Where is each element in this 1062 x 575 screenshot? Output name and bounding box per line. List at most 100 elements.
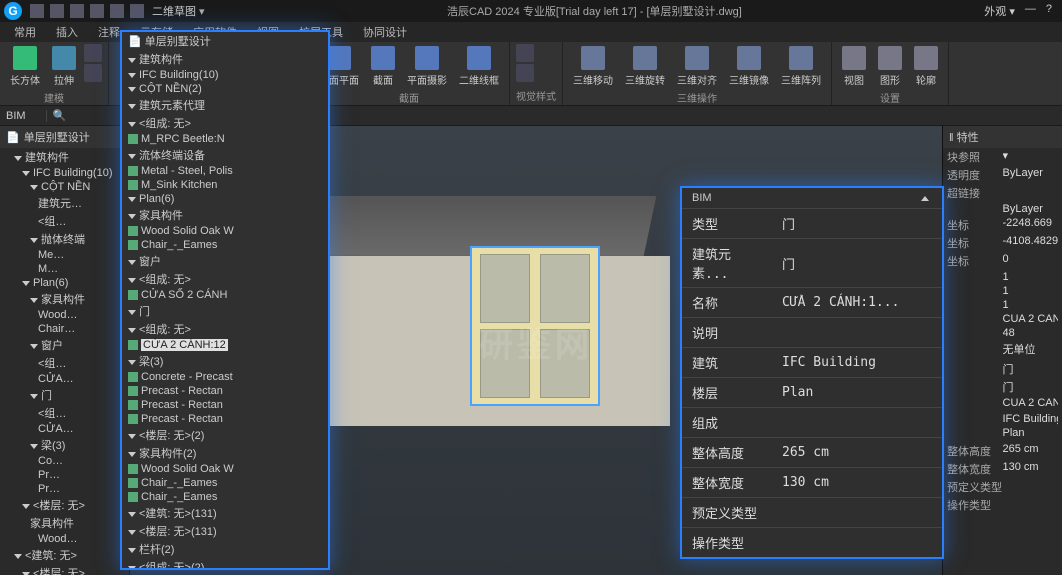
tree-node[interactable]: CỬA… xyxy=(0,372,129,386)
tree-node[interactable]: Pr… xyxy=(0,482,129,496)
drawing-button[interactable]: 图形 xyxy=(874,44,906,89)
tree-node[interactable]: 栏杆(2) xyxy=(122,540,328,558)
property-row[interactable]: CUA 2 CANH_1 xyxy=(943,312,1062,326)
tree-node[interactable]: <组… xyxy=(0,212,129,230)
tree-node[interactable]: Wood Solid Oak W xyxy=(122,462,328,476)
vs-1[interactable] xyxy=(516,44,534,62)
tree-node[interactable]: 家具构件 xyxy=(122,206,328,224)
property-row[interactable]: CUA 2 CANH_1 xyxy=(943,396,1062,410)
tree-node[interactable]: Chair_-_Eames xyxy=(122,238,328,252)
tree-node[interactable]: 窗户 xyxy=(0,336,129,354)
tree-node[interactable]: 建筑构件 xyxy=(122,50,328,68)
bim-property-row[interactable]: 组成 xyxy=(682,408,942,438)
tree-node[interactable]: Metal - Steel, Polis xyxy=(122,164,328,178)
tree-node[interactable]: Pr… xyxy=(0,468,129,482)
property-row[interactable]: 透明度ByLayer xyxy=(943,166,1062,184)
search-icon[interactable]: 🔍 xyxy=(53,109,67,122)
tree-node[interactable]: 门 xyxy=(0,386,129,404)
tree-node[interactable]: 建筑构件 xyxy=(0,148,129,166)
tree-node[interactable]: IFC Building(10) xyxy=(0,166,129,180)
tree-node[interactable]: IFC Building(10) xyxy=(122,68,328,82)
qat-open-icon[interactable] xyxy=(50,4,64,18)
property-row[interactable]: 1 xyxy=(943,270,1062,284)
property-row[interactable]: 整体宽度130 cm xyxy=(943,460,1062,478)
property-row[interactable]: 48 xyxy=(943,326,1062,340)
3dmirror-button[interactable]: 三维镜像 xyxy=(725,44,773,89)
wireframe-button[interactable]: 二维线框 xyxy=(455,44,503,89)
profile-button[interactable]: 轮廓 xyxy=(910,44,942,89)
qat-redo-icon[interactable] xyxy=(110,4,124,18)
tree-node[interactable]: Wood… xyxy=(0,308,129,322)
property-row[interactable]: Plan xyxy=(943,426,1062,440)
solid-small-2[interactable] xyxy=(84,64,102,82)
property-row[interactable]: 坐标-4108.4829 xyxy=(943,234,1062,252)
property-row[interactable]: 门 xyxy=(943,360,1062,378)
minimize-button[interactable]: — xyxy=(1025,3,1036,19)
bim-property-row[interactable]: 名称CỬA 2 CÁNH:1... xyxy=(682,288,942,318)
tree-node[interactable]: 家具构件 xyxy=(0,290,129,308)
tree-node[interactable]: 梁(3) xyxy=(0,436,129,454)
appearance-menu[interactable]: 外观 ▾ xyxy=(984,3,1015,19)
3darray-button[interactable]: 三维阵列 xyxy=(777,44,825,89)
tree-node[interactable]: Wood… xyxy=(0,532,129,546)
collapse-icon[interactable] xyxy=(921,196,929,201)
tree-header[interactable]: 📄 单层别墅设计 xyxy=(0,126,129,148)
tab-common[interactable]: 常用 xyxy=(6,22,44,42)
tree-node[interactable]: Chair… xyxy=(0,322,129,336)
property-row[interactable]: ByLayer xyxy=(943,202,1062,216)
tree-node[interactable]: 📄 单层别墅设计 xyxy=(122,32,328,50)
tree-node[interactable]: Precast - Rectan xyxy=(122,412,328,426)
tree-node[interactable]: 流体终端设备 xyxy=(122,146,328,164)
tree-node[interactable]: Chair_-_Eames xyxy=(122,490,328,504)
bim-property-row[interactable]: 整体高度265 cm xyxy=(682,438,942,468)
tree-node[interactable]: 家具构件 xyxy=(0,514,129,532)
properties-type-combo[interactable]: 块参照▾ xyxy=(943,148,1062,166)
flatshot-button[interactable]: 平面摄影 xyxy=(403,44,451,89)
bim-property-row[interactable]: 建筑元素...门 xyxy=(682,239,942,288)
tree-node[interactable]: <组成: 无> xyxy=(122,114,328,132)
tree-node[interactable]: Concrete - Precast xyxy=(122,370,328,384)
tree-node[interactable]: M_RPC Beetle:N xyxy=(122,132,328,146)
property-row[interactable]: 坐标0 xyxy=(943,252,1062,270)
tree-node[interactable]: Plan(6) xyxy=(122,192,328,206)
tree-node[interactable]: CỘT NỀN(2) xyxy=(122,82,328,96)
qat-undo-icon[interactable] xyxy=(90,4,104,18)
tree-node-selected[interactable]: CỬA 2 CÁNH:12 xyxy=(122,338,328,352)
bim-property-row[interactable]: 整体宽度130 cm xyxy=(682,468,942,498)
property-row[interactable]: 1 xyxy=(943,298,1062,312)
property-row[interactable]: 1 xyxy=(943,284,1062,298)
tree-node[interactable]: <组… xyxy=(0,354,129,372)
qat-new-icon[interactable] xyxy=(30,4,44,18)
tree-node[interactable]: <建筑: 无> xyxy=(0,546,129,564)
3drotate-button[interactable]: 三维旋转 xyxy=(621,44,669,89)
section-button[interactable]: 截面 xyxy=(367,44,399,89)
tree-node[interactable]: CỬA SỐ 2 CÁNH xyxy=(122,288,328,302)
qat-print-icon[interactable] xyxy=(130,4,144,18)
help-icon[interactable]: ? xyxy=(1046,3,1052,19)
tree-node[interactable]: <组成: 无> xyxy=(122,270,328,288)
box-button[interactable]: 长方体 xyxy=(6,44,44,89)
property-row[interactable]: IFC Building xyxy=(943,412,1062,426)
bim-property-row[interactable]: 预定义类型 xyxy=(682,498,942,528)
tree-node[interactable]: <楼层: 无> xyxy=(0,564,129,575)
bim-property-row[interactable]: 类型门 xyxy=(682,209,942,239)
property-row[interactable]: 预定义类型 xyxy=(943,478,1062,496)
tab-collab[interactable]: 协同设计 xyxy=(355,22,415,42)
view-button[interactable]: 视图 xyxy=(838,44,870,89)
property-row[interactable]: 操作类型 xyxy=(943,496,1062,514)
tree-node[interactable]: <楼层: 无>(2) xyxy=(122,426,328,444)
tree-node[interactable]: CỘT NỀN xyxy=(0,180,129,194)
tree-node[interactable]: 抛体终端 xyxy=(0,230,129,248)
property-row[interactable]: 门 xyxy=(943,378,1062,396)
bim-property-row[interactable]: 楼层Plan xyxy=(682,378,942,408)
tree-node[interactable]: 建筑元素代理 xyxy=(122,96,328,114)
tree-node[interactable]: <组成: 无> xyxy=(122,320,328,338)
qat-save-icon[interactable] xyxy=(70,4,84,18)
workspace-combo[interactable]: 二维草图 ▾ xyxy=(152,3,205,19)
tree-node[interactable]: <楼层: 无> xyxy=(0,496,129,514)
tree-node[interactable]: Precast - Rectan xyxy=(122,384,328,398)
property-row[interactable]: 超链接 xyxy=(943,184,1062,202)
tree-node[interactable]: Plan(6) xyxy=(0,276,129,290)
tree-node[interactable]: 家具构件(2) xyxy=(122,444,328,462)
3dalign-button[interactable]: 三维对齐 xyxy=(673,44,721,89)
